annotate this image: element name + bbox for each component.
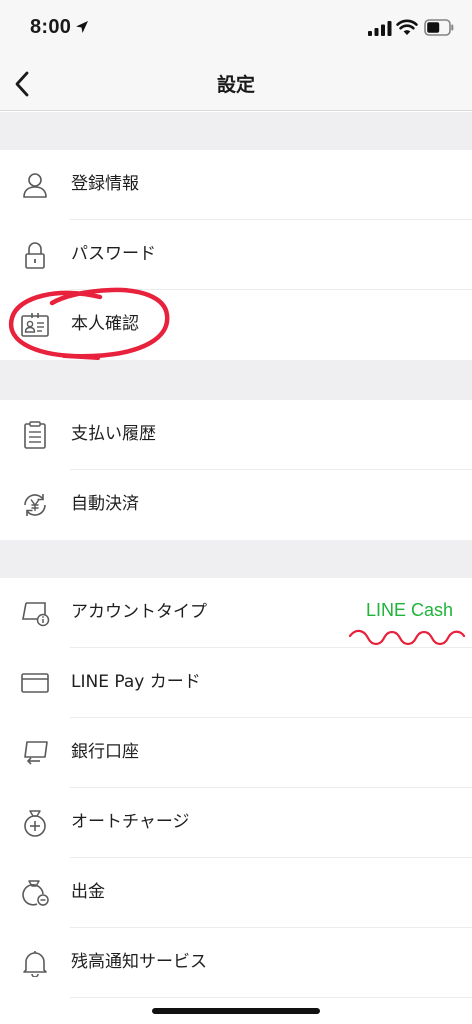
settings-item-label: 銀行口座 — [71, 742, 139, 762]
settings-item-label: 自動決済 — [71, 494, 139, 514]
person-icon — [23, 173, 47, 198]
account-info-icon — [22, 602, 50, 627]
section-gap — [0, 112, 472, 150]
settings-item-auto-payment[interactable]: 自動決済 — [0, 470, 472, 540]
settings-item-identity-verification[interactable]: 本人確認 — [0, 290, 472, 360]
settings-item-registration-info[interactable]: 登録情報 — [0, 150, 472, 220]
settings-item-balance-notification[interactable]: 残高通知サービス — [0, 928, 472, 998]
navigation-bar: 設定 — [0, 58, 472, 111]
account-type-value: LINE Cash — [365, 600, 453, 620]
bank-transfer-icon — [24, 741, 48, 765]
settings-item-account-type[interactable]: アカウントタイプ LINE Cash — [0, 578, 472, 648]
settings-item-label: 登録情報 — [71, 174, 139, 194]
settings-item-withdrawal[interactable]: 出金 — [0, 858, 472, 928]
status-bar: 8:00 — [0, 0, 472, 58]
card-icon — [21, 673, 49, 693]
battery-icon — [424, 19, 454, 36]
money-bag-minus-icon — [22, 880, 49, 906]
page-title: 設定 — [216, 74, 255, 96]
section-gap — [0, 360, 472, 400]
settings-item-bank-account[interactable]: 銀行口座 — [0, 718, 472, 788]
settings-item-auto-charge[interactable]: オートチャージ — [0, 788, 472, 858]
cellular-signal-icon — [368, 21, 392, 36]
row-divider — [70, 997, 472, 998]
clipboard-icon — [24, 421, 46, 449]
lock-icon — [25, 242, 45, 269]
bell-icon — [23, 951, 47, 977]
section-gap — [0, 540, 472, 578]
settings-item-label: 残高通知サービス — [71, 952, 207, 972]
wifi-icon — [396, 19, 418, 35]
settings-item-label: 本人確認 — [71, 314, 139, 334]
home-indicator — [152, 1008, 320, 1014]
settings-item-label: オートチャージ — [71, 812, 190, 832]
yen-refresh-icon — [24, 494, 46, 516]
money-bag-plus-icon — [24, 810, 46, 837]
settings-item-label: LINE Pay カード — [71, 672, 201, 692]
settings-item-label: 出金 — [71, 882, 105, 902]
settings-item-line-pay-card[interactable]: LINE Pay カード — [0, 648, 472, 718]
settings-item-payment-history[interactable]: 支払い履歴 — [0, 400, 472, 470]
settings-item-label: 支払い履歴 — [71, 424, 156, 444]
location-arrow-icon — [76, 21, 88, 33]
settings-item-label: パスワード — [71, 244, 156, 264]
settings-item-password[interactable]: パスワード — [0, 220, 472, 290]
status-time: 8:00 — [30, 16, 72, 38]
id-card-icon — [21, 313, 49, 337]
settings-item-label: アカウントタイプ — [71, 602, 207, 622]
